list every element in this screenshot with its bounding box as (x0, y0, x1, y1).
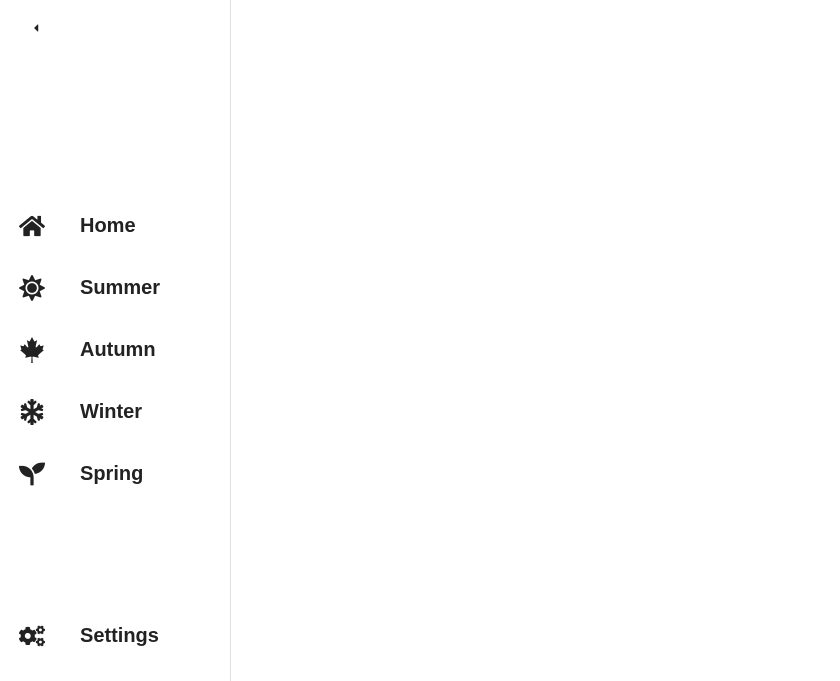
home-icon (18, 212, 46, 240)
sidebar-item-spring[interactable]: Spring (0, 443, 230, 505)
seedling-icon (18, 460, 46, 488)
sidebar-item-label: Winter (80, 401, 142, 424)
sidebar-nav: Home Summer Autumn Winter Spring (0, 195, 230, 505)
snowflake-icon (18, 398, 46, 426)
leaf-icon (18, 336, 46, 364)
sidebar-item-summer[interactable]: Summer (0, 257, 230, 319)
sidebar-item-settings[interactable]: Settings (0, 605, 230, 667)
sun-icon (18, 274, 46, 302)
sidebar-item-label: Settings (80, 625, 159, 648)
cogs-icon (18, 622, 46, 650)
sidebar: Home Summer Autumn Winter Spring (0, 0, 231, 681)
caret-left-icon (30, 21, 42, 39)
sidebar-item-autumn[interactable]: Autumn (0, 319, 230, 381)
sidebar-item-label: Summer (80, 277, 160, 300)
collapse-sidebar-button[interactable] (26, 20, 46, 40)
sidebar-item-home[interactable]: Home (0, 195, 230, 257)
sidebar-footer: Settings (0, 605, 230, 667)
sidebar-item-winter[interactable]: Winter (0, 381, 230, 443)
main-content (231, 0, 840, 681)
sidebar-item-label: Autumn (80, 339, 156, 362)
sidebar-item-label: Spring (80, 463, 143, 486)
sidebar-item-label: Home (80, 215, 136, 238)
